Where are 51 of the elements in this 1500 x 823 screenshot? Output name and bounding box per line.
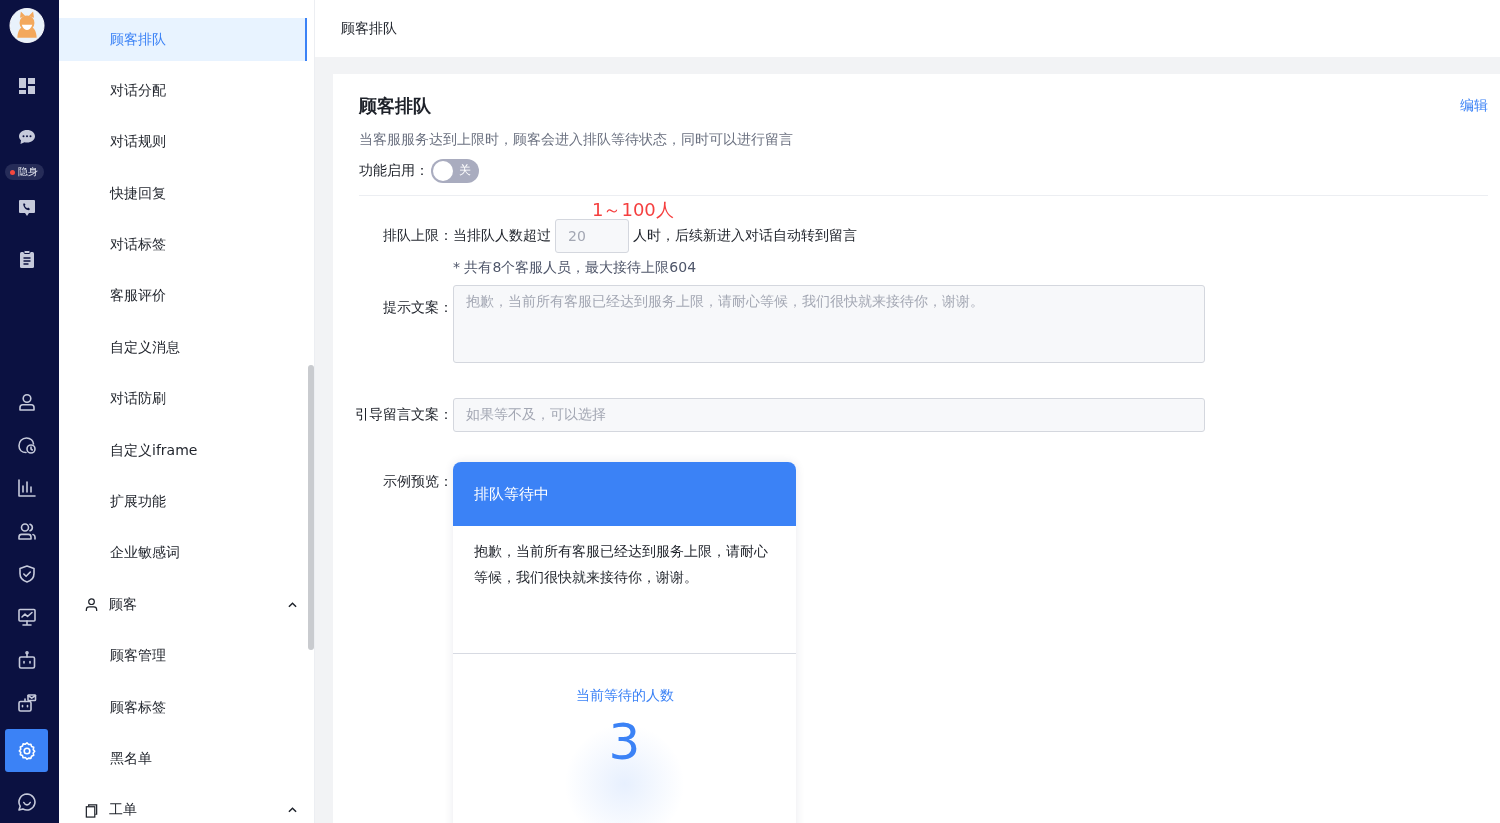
field-label: 示例预览：: [383, 473, 453, 491]
queue-count: 3: [608, 717, 641, 767]
sidebar-item[interactable]: 顾客标签: [59, 686, 307, 730]
scrollbar[interactable]: [308, 365, 314, 650]
card-title: 顾客排队: [359, 94, 431, 118]
dashboard-icon: [16, 75, 37, 96]
settings-icon: [16, 740, 37, 761]
sidebar-item[interactable]: 自定义消息: [59, 326, 307, 370]
field-label: 引导留言文案：: [355, 406, 453, 424]
bar-chart-icon: [16, 477, 37, 498]
sidebar-item[interactable]: 对话规则: [59, 120, 307, 164]
limit-prefix-text: 当排队人数超过: [453, 227, 551, 245]
sidebar-item[interactable]: 客服评价: [59, 274, 307, 318]
group-label: 工单: [109, 801, 138, 820]
phone-message-icon: [16, 197, 37, 218]
card-description: 当客服服务达到上限时，顾客会进入排队等待状态，同时可以进行留言: [359, 131, 794, 149]
copy-icon: [84, 802, 99, 818]
user-icon: [16, 391, 37, 412]
chat-bubble-icon: [16, 791, 37, 812]
limit-suffix-text: 人时，后续新进入对话自动转到留言: [633, 227, 857, 245]
toggle-label: 功能启用：: [359, 162, 429, 180]
sidebar-item[interactable]: 快捷回复: [59, 172, 307, 216]
shield-check-icon: [16, 563, 37, 584]
preview-title: 排队等待中: [474, 484, 549, 504]
sidebar-item[interactable]: 对话标签: [59, 223, 307, 267]
sidebar-item[interactable]: 自定义iframe: [59, 429, 307, 473]
range-hint: 1～100人: [592, 201, 674, 219]
status-badge[interactable]: 隐身: [5, 164, 44, 180]
page-title: 顾客排队: [341, 19, 397, 38]
sidebar-item[interactable]: 对话防刷: [59, 377, 307, 421]
field-label: 提示文案：: [383, 299, 453, 317]
field-label: 排队上限：: [383, 227, 453, 245]
sidebar-group[interactable]: 工单: [59, 788, 297, 823]
queue-count-label: 当前等待的人数: [575, 687, 674, 705]
robot-icon: [16, 649, 37, 670]
sidebar-item[interactable]: 黑名单: [59, 737, 307, 781]
sidebar-item[interactable]: 顾客管理: [59, 634, 307, 678]
monitor-chart-icon: [16, 606, 37, 627]
robot-mail-icon: [16, 692, 37, 713]
sidebar-item[interactable]: 扩展功能: [59, 480, 307, 524]
sidebar-item[interactable]: 对话分配: [59, 69, 307, 113]
avatar-icon[interactable]: [7, 8, 47, 43]
group-label: 顾客: [109, 595, 138, 614]
chat-clock-icon: [16, 434, 37, 455]
users-icon: [16, 520, 37, 541]
user-icon: [84, 597, 99, 613]
limit-note: * 共有8个客服人员，最大接待上限604: [453, 259, 698, 277]
preview-message: 抱歉，当前所有客服已经达到服务上限，请耐心等候，我们很快就来接待你，谢谢。: [453, 526, 796, 654]
sidebar-group[interactable]: 顾客: [59, 583, 297, 627]
edit-link[interactable]: 编辑: [1460, 97, 1488, 115]
sidebar-item[interactable]: 企业敏感词: [59, 531, 307, 575]
